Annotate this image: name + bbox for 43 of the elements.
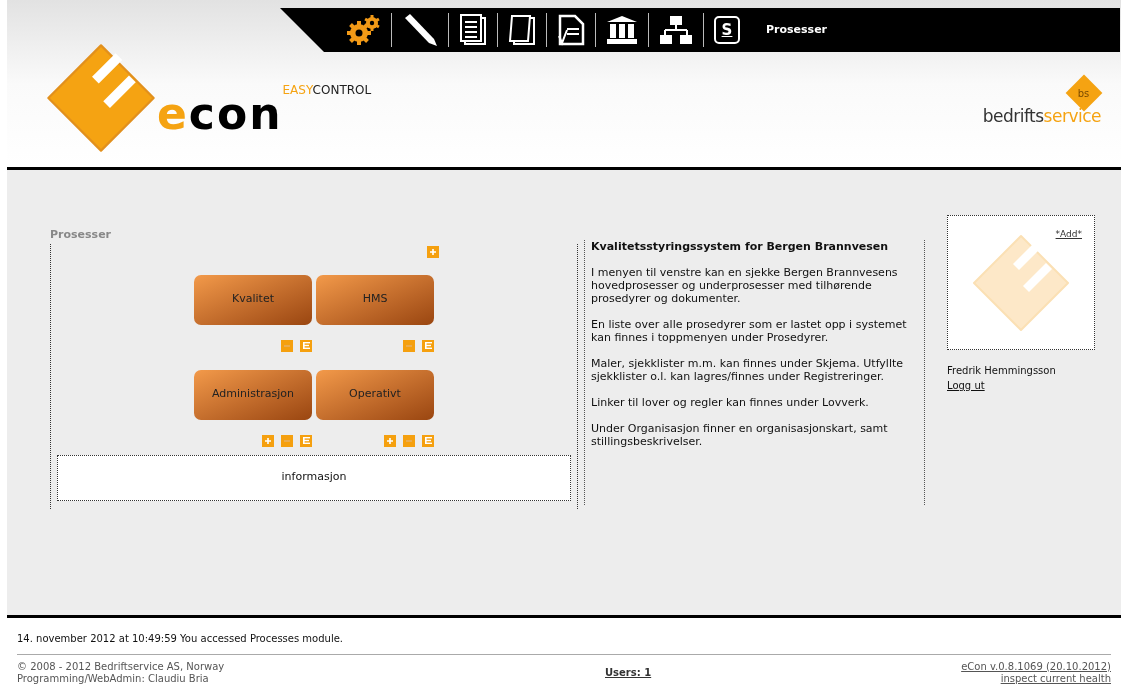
document-icon[interactable]: [459, 14, 487, 46]
remove-icon[interactable]: [403, 434, 415, 447]
status-message: 14. november 2012 at 10:49:59 You accessed Processes module.: [17, 633, 343, 644]
article-heading: Kvalitetsstyringssystem for Bergen Brannvesen: [591, 240, 890, 253]
information-panel[interactable]: informasjon: [57, 454, 571, 501]
process-button[interactable]: Kvalitet: [194, 274, 312, 325]
gears-icon[interactable]: [347, 14, 381, 46]
process-button[interactable]: Operativt: [316, 369, 434, 420]
logo-tagline: EASYCONTROL: [282, 84, 372, 96]
add-icon[interactable]: [427, 245, 439, 258]
add-icon[interactable]: [262, 434, 274, 447]
version-link[interactable]: eCon v.0.8.1069 (20.10.2012): [961, 660, 1111, 673]
remove-icon[interactable]: [281, 339, 293, 352]
building-icon[interactable]: [606, 15, 638, 45]
letter-s-icon[interactable]: S: [714, 16, 740, 44]
logout-link[interactable]: Logg ut: [947, 380, 985, 391]
copyright-text: © 2008 - 2012 Bedriftservice AS, Norway: [17, 660, 226, 673]
org-chart-icon[interactable]: [659, 15, 693, 45]
edit-icon[interactable]: [422, 434, 434, 447]
add-picture-link[interactable]: *Add*: [1055, 228, 1082, 242]
checklist-icon[interactable]: [557, 14, 585, 46]
article-paragraph: Maler, sjekklister m.m. kan finnes under Skjema. Utfyllte sjekklister o.l. kan lagres/finnes under Registreringer.: [591, 357, 905, 383]
page-icon[interactable]: [508, 14, 536, 46]
section-title: Prosesser: [50, 227, 113, 243]
health-link[interactable]: inspect current health: [1000, 672, 1111, 684]
process-button[interactable]: Administrasjon: [194, 369, 312, 420]
article-paragraph: Linker til lover og regler kan finnes under Lovverk.: [591, 396, 870, 409]
process-button[interactable]: HMS: [316, 274, 434, 325]
article-paragraph: Under Organisasjon finner en organisasjonskart, samt stillingsbeskrivelser.: [591, 422, 889, 448]
edit-icon[interactable]: [300, 434, 312, 447]
add-icon[interactable]: [384, 434, 396, 447]
pencil-icon[interactable]: [402, 13, 438, 47]
remove-icon[interactable]: [403, 339, 415, 352]
user-name: Fredrik Hemmingsson: [947, 364, 1057, 378]
credits-text: Programming/WebAdmin: Claudiu Bria: [17, 672, 210, 684]
current-module-title: Prosesser: [766, 21, 828, 38]
econ-logo-text: econ: [157, 92, 283, 136]
edit-icon[interactable]: [300, 339, 312, 352]
edit-icon[interactable]: [422, 339, 434, 352]
article-paragraph: En liste over alle prosedyrer som er lastet opp i systemet kan finnes i toppmenyen under Prosedyrer.: [591, 318, 908, 344]
users-link[interactable]: Users: 1: [605, 666, 652, 679]
article-paragraph: I menyen til venstre kan en sjekke Bergen Brannvesens hovedprosesser og underprosesser med tilhørende prosedyrer og dokumenter.: [591, 266, 899, 305]
remove-icon[interactable]: [281, 434, 293, 447]
